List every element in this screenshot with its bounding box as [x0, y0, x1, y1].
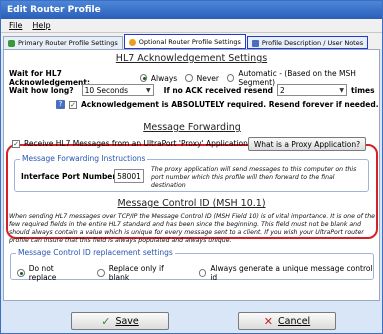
ack-never-radio[interactable] — [185, 74, 193, 82]
ack-times-label: times — [351, 85, 375, 95]
forwarding-receive-row: ✓ Receive HL7 Messages from an UltraPort… — [12, 139, 248, 148]
control-id-replacement-group: Message Control ID replacement settings … — [10, 248, 374, 282]
ack-wait-duration-select[interactable]: 10 Seconds ▼ — [81, 84, 154, 96]
ack-wait-duration-value: 10 Seconds — [84, 85, 129, 95]
tab-primary-label: Primary Router Profile Settings — [18, 39, 118, 47]
ack-resend-count-value: 2 — [280, 85, 285, 95]
ack-required-row: ? ✓ Acknowledgement is ABSOLUTELY requir… — [56, 100, 379, 109]
ack-automatic-radio[interactable] — [226, 74, 235, 82]
tab-description-label: Profile Description / User Notes — [261, 39, 364, 47]
control-id-section-title: Message Control ID (MSH 10.1) — [117, 198, 266, 209]
optional-settings-page: HL7 Acknowledgement Settings Wait for HL… — [3, 49, 380, 301]
tab-optional-settings[interactable]: Optional Router Profile Settings — [123, 34, 246, 49]
forwarding-group-title: Message Forwarding Instructions — [20, 154, 148, 163]
generate-unique-radio[interactable] — [198, 269, 207, 277]
save-label: Save — [115, 315, 139, 327]
checkmark-icon: ✓ — [101, 314, 111, 328]
port-number-label: Interface Port Number — [21, 172, 117, 181]
ack-how-long-label: Wait how long? — [9, 85, 74, 95]
replace-blank-label: Replace only if blank — [108, 264, 164, 282]
ack-resend-count-select[interactable]: 2 ▼ — [277, 84, 348, 96]
ack-resend-label: If no ACK received resend — [163, 85, 274, 95]
replace-blank-radio[interactable] — [97, 269, 105, 277]
ack-required-checkbox[interactable]: ✓ — [69, 100, 77, 109]
port-number-input[interactable]: 58001 — [114, 169, 144, 183]
ack-never-label: Never — [196, 73, 219, 83]
wifi-icon — [8, 39, 15, 47]
ack-how-long-row: Wait how long? 10 Seconds ▼ If no ACK re… — [9, 84, 375, 96]
ack-always-label: Always — [150, 73, 178, 83]
tab-description-notes[interactable]: Profile Description / User Notes — [246, 36, 369, 49]
generate-unique-label: Always generate a unique message control… — [210, 264, 373, 282]
proxy-info-button[interactable]: What is a Proxy Application? — [248, 137, 366, 151]
cancel-button[interactable]: ✕ Cancel — [238, 312, 336, 330]
menu-file[interactable]: File — [9, 21, 22, 30]
ack-required-label: Acknowledgement is ABSOLUTELY required. … — [81, 100, 379, 109]
notes-icon — [251, 39, 259, 47]
chevron-down-icon: ▼ — [339, 86, 345, 94]
tab-strip: Primary Router Profile Settings Optional… — [1, 33, 382, 49]
menu-help[interactable]: Help — [32, 21, 50, 30]
forwarding-receive-checkbox[interactable]: ✓ — [12, 139, 20, 148]
menu-bar: File Help — [1, 19, 382, 33]
ack-always-radio[interactable] — [139, 74, 147, 82]
ack-section-title: HL7 Acknowledgement Settings — [115, 53, 268, 64]
port-number-note: The proxy application will send messages… — [151, 166, 357, 189]
cancel-label: Cancel — [278, 315, 311, 327]
no-replace-radio[interactable] — [17, 269, 25, 277]
control-id-description: When sending HL7 messages over TCP/IP th… — [9, 213, 375, 244]
window-title: Edit Router Profile — [1, 1, 382, 19]
plus-icon — [128, 38, 136, 46]
save-button[interactable]: ✓ Save — [71, 312, 169, 330]
no-replace-label: Do not replace — [28, 264, 57, 282]
edit-router-profile-window: Edit Router Profile File Help Primary Ro… — [0, 0, 383, 334]
cancel-icon: ✕ — [263, 314, 274, 328]
help-icon[interactable]: ? — [56, 100, 65, 109]
forwarding-receive-label: Receive HL7 Messages from an UltraPort '… — [24, 139, 248, 148]
forwarding-instructions-group: Message Forwarding Instructions Interfac… — [14, 154, 369, 192]
chevron-down-icon: ▼ — [146, 86, 151, 94]
tab-optional-label: Optional Router Profile Settings — [138, 38, 241, 46]
tab-primary-settings[interactable]: Primary Router Profile Settings — [3, 36, 123, 49]
forwarding-section-title: Message Forwarding — [143, 122, 241, 133]
control-id-group-title: Message Control ID replacement settings — [16, 248, 175, 257]
control-id-options-row: Do not replace Replace only if blank Alw… — [17, 264, 373, 282]
